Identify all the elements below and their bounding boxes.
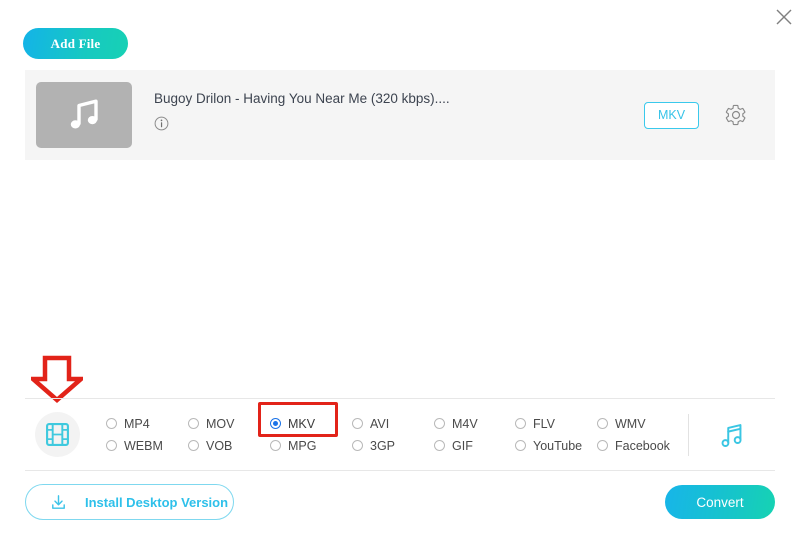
format-option-m4v[interactable]: M4V (434, 417, 515, 431)
radio-icon (188, 418, 199, 429)
format-divider (688, 414, 689, 456)
music-note-icon (717, 420, 747, 450)
close-window-button[interactable] (771, 4, 797, 30)
format-option-label: AVI (370, 417, 389, 431)
converter-app: Add File Bugoy Drilon - Having You Near … (0, 0, 800, 550)
annotation-arrow (31, 355, 83, 403)
file-title: Bugoy Drilon - Having You Near Me (320 k… (154, 91, 644, 106)
format-option-vob[interactable]: VOB (188, 439, 270, 453)
format-option-youtube[interactable]: YouTube (515, 439, 597, 453)
film-strip-icon (44, 421, 71, 448)
file-thumbnail (36, 82, 132, 148)
format-option-wmv[interactable]: WMV (597, 417, 687, 431)
radio-icon (188, 440, 199, 451)
format-option-label: MPG (288, 439, 316, 453)
format-option-gif[interactable]: GIF (434, 439, 515, 453)
add-file-label: Add File (51, 36, 101, 52)
music-note-icon (63, 94, 105, 136)
convert-button[interactable]: Convert (665, 485, 775, 519)
format-option-label: Facebook (615, 439, 670, 453)
format-option-3gp[interactable]: 3GP (352, 439, 434, 453)
format-option-mov[interactable]: MOV (188, 417, 270, 431)
format-option-webm[interactable]: WEBM (106, 439, 188, 453)
format-option-label: 3GP (370, 439, 395, 453)
radio-icon (106, 418, 117, 429)
format-option-label: WEBM (124, 439, 163, 453)
file-meta-row (154, 116, 644, 131)
format-option-label: GIF (452, 439, 473, 453)
gear-icon (725, 104, 747, 126)
radio-icon (515, 440, 526, 451)
radio-icon (597, 440, 608, 451)
format-option-label: M4V (452, 417, 478, 431)
radio-icon (270, 440, 281, 451)
format-option-mp4[interactable]: MP4 (106, 417, 188, 431)
format-selection-bar: MP4 MOV MKV AVI M4V FLV WMV WEBM VOB MPG 3GP GIF You… (25, 398, 775, 471)
download-icon (49, 493, 68, 512)
radio-icon (515, 418, 526, 429)
install-desktop-version-label: Install Desktop Version (85, 495, 228, 510)
file-output-format-button[interactable]: MKV (644, 102, 699, 129)
format-option-label: MOV (206, 417, 234, 431)
format-option-label: MKV (288, 417, 315, 431)
convert-label: Convert (696, 495, 743, 510)
format-option-label: WMV (615, 417, 646, 431)
info-icon[interactable] (154, 116, 169, 131)
radio-icon (434, 440, 445, 451)
format-option-label: VOB (206, 439, 232, 453)
radio-icon (106, 440, 117, 451)
audio-format-toggle[interactable] (711, 414, 753, 456)
file-settings-button[interactable] (721, 100, 751, 130)
format-option-facebook[interactable]: Facebook (597, 439, 687, 453)
format-option-mkv[interactable]: MKV (270, 417, 352, 431)
format-option-avi[interactable]: AVI (352, 417, 434, 431)
video-format-toggle[interactable] (35, 412, 80, 457)
radio-icon (597, 418, 608, 429)
file-list-item[interactable]: Bugoy Drilon - Having You Near Me (320 k… (25, 70, 775, 160)
install-desktop-version-button[interactable]: Install Desktop Version (25, 484, 234, 520)
radio-icon (434, 418, 445, 429)
close-icon (774, 7, 794, 27)
add-file-button[interactable]: Add File (23, 28, 128, 59)
radio-icon (352, 440, 363, 451)
radio-icon (352, 418, 363, 429)
radio-icon (270, 418, 281, 429)
file-output-format-label: MKV (658, 108, 685, 122)
format-option-flv[interactable]: FLV (515, 417, 597, 431)
format-options-grid: MP4 MOV MKV AVI M4V FLV WMV WEBM VOB MPG 3GP GIF You… (106, 413, 688, 457)
format-option-mpg[interactable]: MPG (270, 439, 352, 453)
format-option-label: MP4 (124, 417, 150, 431)
format-option-label: FLV (533, 417, 555, 431)
red-down-arrow-icon (31, 355, 83, 403)
file-details: Bugoy Drilon - Having You Near Me (320 k… (154, 70, 644, 131)
format-option-label: YouTube (533, 439, 582, 453)
